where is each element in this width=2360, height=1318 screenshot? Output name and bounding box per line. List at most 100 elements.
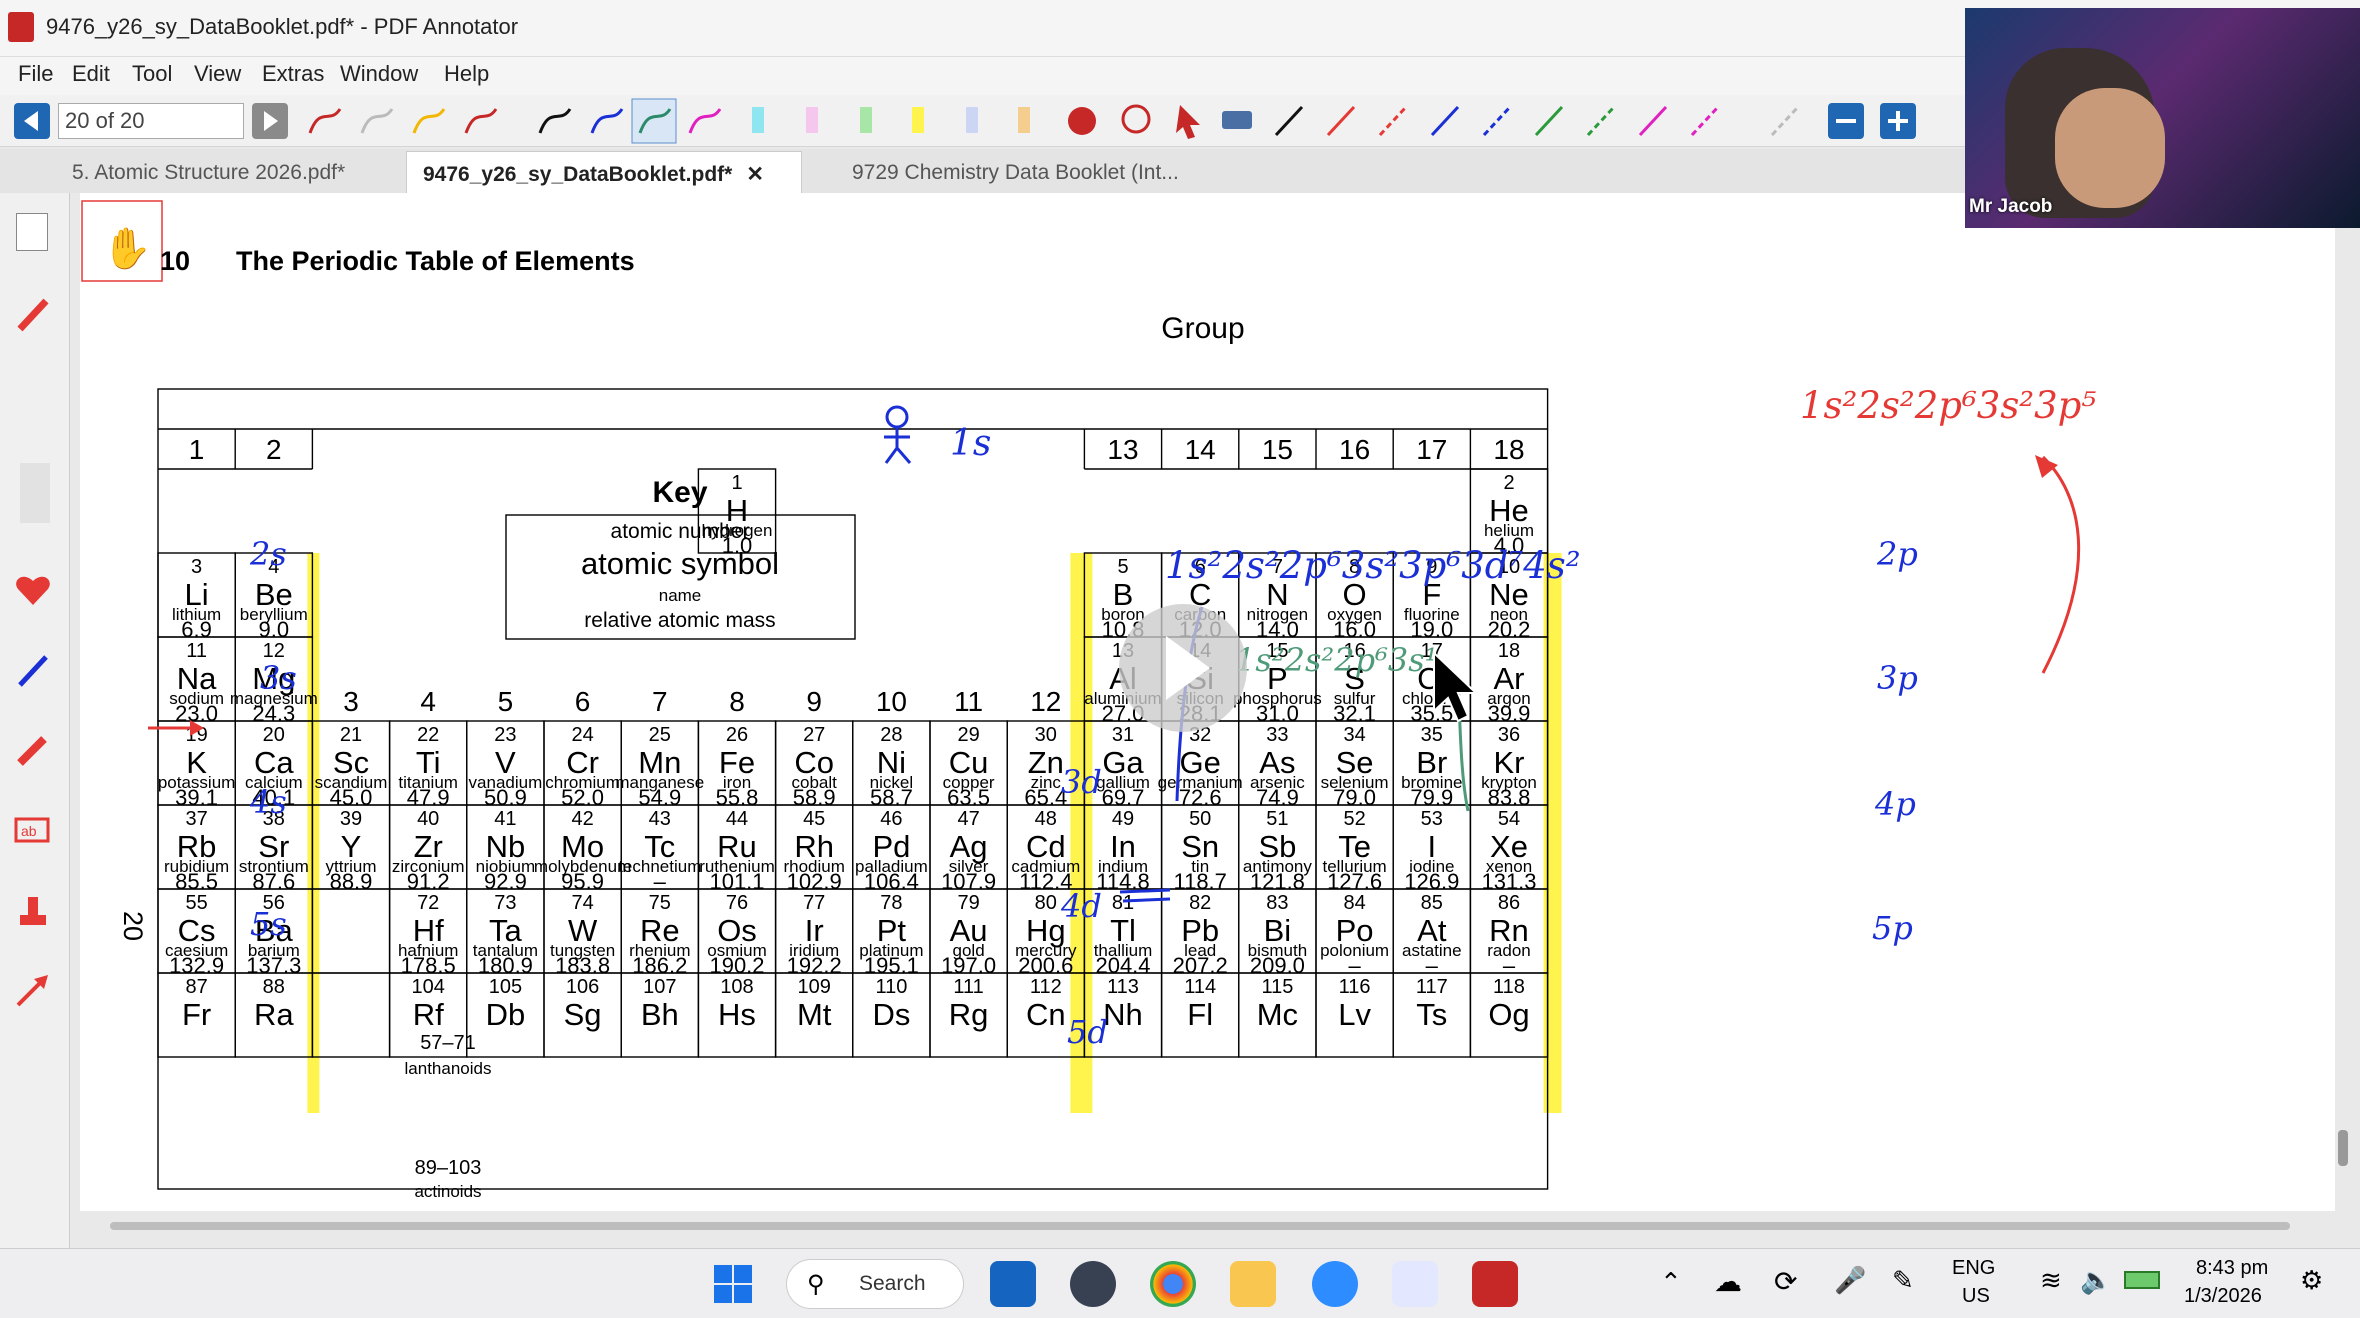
element-cell-Fr: 87Fr (157, 972, 236, 1058)
video-play-button[interactable] (1119, 604, 1247, 732)
menu-file[interactable]: File (18, 61, 53, 87)
pdf-annotator-taskbar-icon[interactable] (1472, 1261, 1518, 1307)
highlighter-icon[interactable] (12, 729, 54, 771)
pdf-page[interactable]: ✋ 10 The Periodic Table of Elements Grou… (80, 193, 2335, 1211)
pen-icon[interactable]: ✎ (1892, 1265, 1914, 1296)
next-page-button[interactable] (252, 103, 288, 139)
language-line-1[interactable]: ENG (1952, 1257, 1995, 1280)
menu-help[interactable]: Help (444, 61, 489, 87)
sync-icon[interactable]: ⟳ (1774, 1265, 1797, 1298)
page-number-input[interactable] (58, 103, 244, 139)
atomic-number: 47 (957, 808, 979, 830)
atomic-number: 109 (798, 976, 831, 998)
app-icon-compass[interactable] (1070, 1261, 1116, 1307)
atomic-number: 76 (726, 892, 748, 914)
group-header: Group (1161, 312, 1244, 345)
menu-extras[interactable]: Extras (262, 61, 324, 87)
label-3s: 3s (260, 659, 297, 697)
element-cell-Re: 75Rerhenium186.2 (620, 888, 700, 978)
relative-atomic-mass: 195.1 (864, 953, 919, 978)
relative-atomic-mass: – (1503, 953, 1516, 978)
relative-atomic-mass: – (1348, 953, 1361, 978)
relative-atomic-mass: 14.0 (1256, 617, 1299, 642)
menu-edit[interactable]: Edit (72, 61, 110, 87)
relative-atomic-mass: 45.0 (330, 785, 373, 810)
element-cell-Bh: 107Bh (620, 972, 700, 1058)
atomic-number: 55 (185, 892, 207, 914)
atomic-number: 53 (1421, 808, 1443, 830)
element-cell-K: 19Kpotassium39.1 (157, 720, 236, 810)
relative-atomic-mass: 35.5 (1410, 701, 1453, 726)
previous-page-button[interactable] (14, 103, 50, 139)
relative-atomic-mass: 74.9 (1256, 785, 1299, 810)
stamp-icon[interactable] (12, 889, 54, 931)
zoom-in-button[interactable] (1880, 103, 1916, 139)
element-cell-Y: 39Yyttrium88.9 (311, 804, 391, 894)
menu-window[interactable]: Window (340, 61, 418, 87)
relative-atomic-mass: – (1426, 953, 1439, 978)
element-cell-Sg: 106Sg (543, 972, 622, 1058)
tab-chemistry-data-booklet[interactable]: 9729 Chemistry Data Booklet (Int... (836, 151, 1256, 193)
element-cell-In: 49Inindium114.8 (1083, 804, 1163, 894)
atomic-number: 108 (720, 976, 753, 998)
key-atomic-symbol: atomic symbol (581, 546, 779, 581)
atomic-number: 28 (880, 724, 902, 746)
element-cell-Na: 11Nasodium23.0 (157, 636, 236, 726)
relative-atomic-mass: 79.9 (1410, 785, 1453, 810)
arrow-tool-icon[interactable] (12, 969, 54, 1011)
clock-date[interactable]: 1/3/2026 (2184, 1285, 2262, 1308)
atomic-number: 106 (566, 976, 599, 998)
favorites-heart-icon[interactable] (12, 569, 54, 611)
text-box-icon[interactable]: ab (12, 809, 54, 851)
taskbar: ⚲ Search ⌃ ☁ ⟳ 🎤 ✎ ENG US ≋ 🔈 8:43 pm 1/… (0, 1248, 2360, 1318)
tab-atomic-structure[interactable]: 5. Atomic Structure 2026.pdf* (56, 151, 394, 193)
element-cell-Ni: 28Ninickel58.7 (852, 720, 931, 810)
cloud-icon[interactable]: ☁ (1714, 1265, 1742, 1298)
taskbar-search-box[interactable]: ⚲ Search (786, 1259, 964, 1309)
wifi-icon[interactable]: ≋ (2040, 1265, 2062, 1296)
microphone-icon[interactable]: 🎤 (1834, 1265, 1866, 1296)
volume-icon[interactable]: 🔈 (2080, 1265, 2112, 1296)
zoom-icon[interactable] (1312, 1261, 1358, 1307)
chevron-up-icon[interactable]: ⌃ (1660, 1267, 1682, 1298)
atomic-number: 36 (1498, 724, 1520, 746)
close-tab-icon[interactable]: ✕ (746, 163, 764, 186)
windows-start-icon[interactable] (710, 1261, 756, 1307)
annotate-pen-icon[interactable] (12, 649, 54, 691)
element-cell-Pt: 78Ptplatinum195.1 (852, 888, 931, 978)
atomic-symbol: Sg (564, 997, 602, 1032)
relative-atomic-mass: 55.8 (716, 785, 759, 810)
menu-view[interactable]: View (194, 61, 241, 87)
pen-tool-icon[interactable] (12, 293, 54, 335)
zoom-out-button[interactable] (1828, 103, 1864, 139)
group-number: 10 (876, 686, 907, 717)
actinoids-label: actinoids (414, 1182, 481, 1201)
battery-icon[interactable] (2124, 1271, 2160, 1289)
plus-icon (1888, 111, 1908, 131)
language-line-2[interactable]: US (1962, 1285, 1990, 1308)
horizontal-scrollbar[interactable] (110, 1222, 2290, 1230)
relative-atomic-mass: 91.2 (407, 869, 450, 894)
dropbox-icon[interactable] (990, 1261, 1036, 1307)
atomic-number: 118 (1493, 976, 1525, 998)
relative-atomic-mass: 204.4 (1095, 953, 1150, 978)
chrome-icon[interactable] (1150, 1261, 1196, 1307)
word-app-icon[interactable] (1392, 1261, 1438, 1307)
label-4d: 4d (1060, 887, 1102, 925)
atomic-number: 84 (1343, 892, 1365, 914)
atomic-number: 85 (1421, 892, 1443, 914)
tab-data-booklet[interactable]: 9476_y26_sy_DataBooklet.pdf* ✕ (406, 151, 802, 193)
label-2s: 2s (249, 535, 287, 573)
notification-icon[interactable]: ⚙ (2300, 1265, 2323, 1296)
menu-tool[interactable]: Tool (132, 61, 172, 87)
file-explorer-icon[interactable] (1230, 1261, 1276, 1307)
element-cell-Pb: 82Pblead207.2 (1160, 888, 1240, 978)
label-5p: 5p (1872, 909, 1913, 947)
vertical-scrollbar[interactable] (2338, 1130, 2348, 1166)
atomic-number: 41 (494, 808, 516, 830)
element-cell-Og: 118Og (1469, 972, 1549, 1058)
sidebar-scroll[interactable] (20, 463, 50, 523)
clock-time[interactable]: 8:43 pm (2196, 1257, 2268, 1280)
page-thumbnail-icon[interactable] (16, 213, 48, 251)
atomic-number: 3 (191, 556, 202, 578)
